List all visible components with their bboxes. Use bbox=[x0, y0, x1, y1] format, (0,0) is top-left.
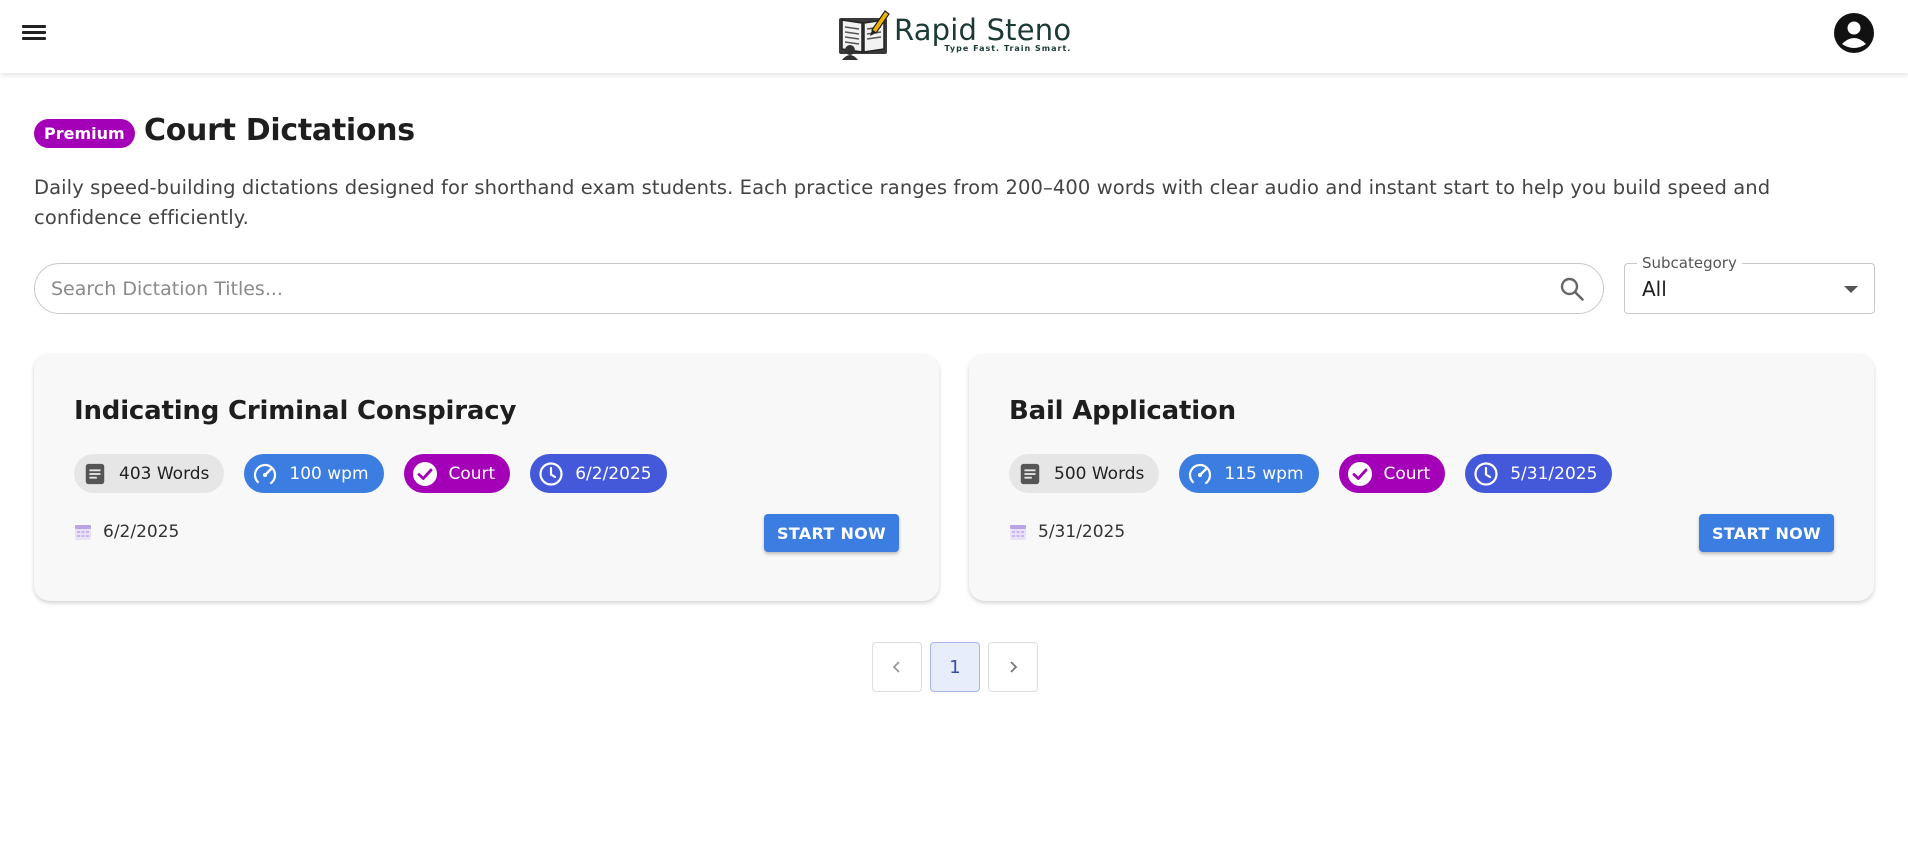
document-icon bbox=[82, 461, 108, 487]
clock-icon bbox=[538, 461, 564, 487]
word-count: 403 Words bbox=[119, 463, 210, 484]
start-now-button[interactable]: START NOW bbox=[1698, 514, 1834, 552]
hamburger-menu-icon[interactable] bbox=[20, 22, 48, 46]
brand-name: Rapid Steno bbox=[894, 13, 1072, 47]
open-book-pen-icon bbox=[839, 10, 890, 60]
category-value: Court bbox=[1383, 463, 1431, 484]
top-app-bar: Rapid Steno Type Fast. Train Smart. bbox=[0, 0, 1908, 73]
speed-chip: 115 wpm bbox=[1179, 454, 1319, 493]
chevron-left-icon bbox=[892, 661, 900, 673]
page-button-current[interactable]: 1 bbox=[930, 642, 980, 692]
chevron-down-icon bbox=[1844, 286, 1858, 293]
pagination: 1 bbox=[872, 642, 1038, 692]
speed-value: 100 wpm bbox=[289, 463, 369, 484]
check-circle-icon bbox=[412, 461, 438, 487]
previous-page-button[interactable] bbox=[872, 642, 922, 692]
start-now-button[interactable]: START NOW bbox=[763, 514, 899, 552]
speed-chip: 100 wpm bbox=[244, 454, 384, 493]
date-chip: 6/2/2025 bbox=[530, 454, 667, 493]
card-chips: 500 Words 115 wpm Court 5/31/2025 bbox=[1009, 454, 1613, 493]
subcategory-label: Subcategory bbox=[1637, 254, 1742, 272]
search-icon[interactable] bbox=[1559, 276, 1585, 302]
speedometer-icon bbox=[252, 461, 278, 487]
card-title: Indicating Criminal Conspiracy bbox=[74, 396, 517, 426]
date-chip: 5/31/2025 bbox=[1465, 454, 1613, 493]
word-count: 500 Words bbox=[1054, 463, 1145, 484]
premium-badge: Premium bbox=[34, 119, 135, 148]
subcategory-value: All bbox=[1642, 277, 1667, 301]
page-title: Court Dictations bbox=[144, 113, 415, 148]
search-input[interactable] bbox=[51, 264, 1531, 313]
dictation-card: Bail Application 500 Words 115 wpm Court… bbox=[969, 354, 1874, 601]
chip-date-value: 5/31/2025 bbox=[1510, 463, 1598, 484]
chevron-right-icon bbox=[1010, 661, 1018, 673]
card-date: 6/2/2025 bbox=[74, 522, 179, 542]
dictation-card: Indicating Criminal Conspiracy 403 Words… bbox=[34, 354, 939, 601]
speedometer-icon bbox=[1187, 461, 1213, 487]
brand-logo[interactable]: Rapid Steno Type Fast. Train Smart. bbox=[836, 8, 1071, 60]
category-chip: Court bbox=[403, 454, 511, 493]
clock-icon bbox=[1473, 461, 1499, 487]
speed-value: 115 wpm bbox=[1224, 463, 1304, 484]
calendar-icon bbox=[1010, 525, 1026, 540]
page-description: Daily speed-building dictations designed… bbox=[34, 176, 1771, 229]
card-chips: 403 Words 100 wpm Court 6/2/2025 bbox=[74, 454, 667, 493]
chip-date-value: 6/2/2025 bbox=[575, 463, 652, 484]
card-date-value: 5/31/2025 bbox=[1038, 522, 1126, 542]
card-date: 5/31/2025 bbox=[1009, 522, 1125, 542]
word-count-chip: 500 Words bbox=[1009, 454, 1160, 493]
next-page-button[interactable] bbox=[988, 642, 1038, 692]
check-circle-icon bbox=[1347, 461, 1373, 487]
search-box bbox=[34, 263, 1604, 314]
user-silhouette-icon bbox=[1842, 21, 1866, 48]
document-icon bbox=[1017, 461, 1043, 487]
calendar-icon bbox=[75, 525, 91, 540]
subcategory-select[interactable]: Subcategory All bbox=[1624, 254, 1875, 314]
account-circle-icon[interactable] bbox=[1834, 13, 1874, 53]
category-value: Court bbox=[448, 463, 496, 484]
word-count-chip: 403 Words bbox=[74, 454, 225, 493]
card-title: Bail Application bbox=[1009, 396, 1236, 426]
category-chip: Court bbox=[1338, 454, 1446, 493]
card-date-value: 6/2/2025 bbox=[103, 522, 180, 542]
brand-tagline: Type Fast. Train Smart. bbox=[944, 44, 1072, 53]
